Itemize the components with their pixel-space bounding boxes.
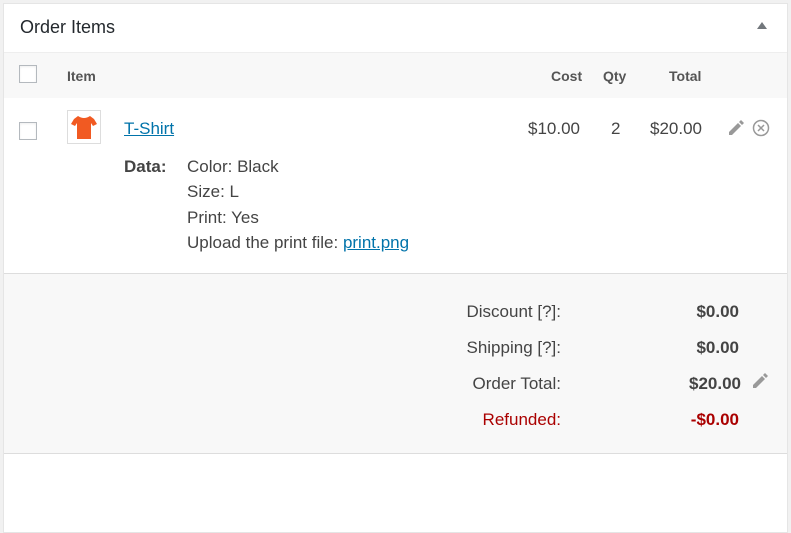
table-row: T-Shirt $10.00 2 $20.00 Data: Color: Bla… xyxy=(4,98,787,273)
delete-item-icon[interactable] xyxy=(752,119,770,142)
discount-value: $0.00 xyxy=(696,302,739,321)
collapse-toggle-icon[interactable] xyxy=(757,22,767,29)
panel-header: Order Items xyxy=(4,4,787,53)
meta-print: Print: Yes xyxy=(187,208,259,227)
refunded-value: -$0.00 xyxy=(690,410,739,429)
refunded-label: Refunded: xyxy=(482,410,561,429)
edit-item-icon[interactable] xyxy=(726,119,744,142)
column-header-qty: Qty xyxy=(603,68,627,84)
select-all-checkbox[interactable] xyxy=(19,65,37,83)
meta-size: Size: L xyxy=(187,182,239,201)
meta-upload: Upload the print file: print.png xyxy=(187,233,409,253)
print-file-link[interactable]: print.png xyxy=(343,233,409,252)
meta-color: Color: Black xyxy=(187,157,279,176)
item-total: $20.00 xyxy=(650,119,702,138)
tshirt-icon xyxy=(71,116,97,139)
shipping-value: $0.00 xyxy=(696,338,739,357)
column-header-cost: Cost xyxy=(551,68,583,84)
order-items-panel: Order Items Item Cost Qty Total T-Shirt … xyxy=(3,3,788,533)
column-header-item: Item xyxy=(67,68,96,84)
column-header-total: Total xyxy=(669,68,702,84)
table-header: Item Cost Qty Total xyxy=(4,53,787,98)
meta-upload-label: Upload the print file: xyxy=(187,233,339,252)
order-total-value: $20.00 xyxy=(689,374,741,393)
order-totals: Discount [?]: $0.00 Shipping [?]: $0.00 … xyxy=(4,273,787,454)
product-thumbnail xyxy=(67,110,101,144)
discount-label: Discount [?]: xyxy=(466,302,562,321)
item-qty: 2 xyxy=(611,119,621,138)
product-name-link[interactable]: T-Shirt xyxy=(124,119,174,139)
item-cost: $10.00 xyxy=(528,119,580,138)
meta-label: Data: xyxy=(124,157,167,176)
edit-total-icon[interactable] xyxy=(750,372,768,395)
line-item-checkbox[interactable] xyxy=(19,122,37,140)
order-total-label: Order Total: xyxy=(472,374,561,393)
shipping-label: Shipping [?]: xyxy=(466,338,561,357)
panel-title: Order Items xyxy=(20,17,116,37)
